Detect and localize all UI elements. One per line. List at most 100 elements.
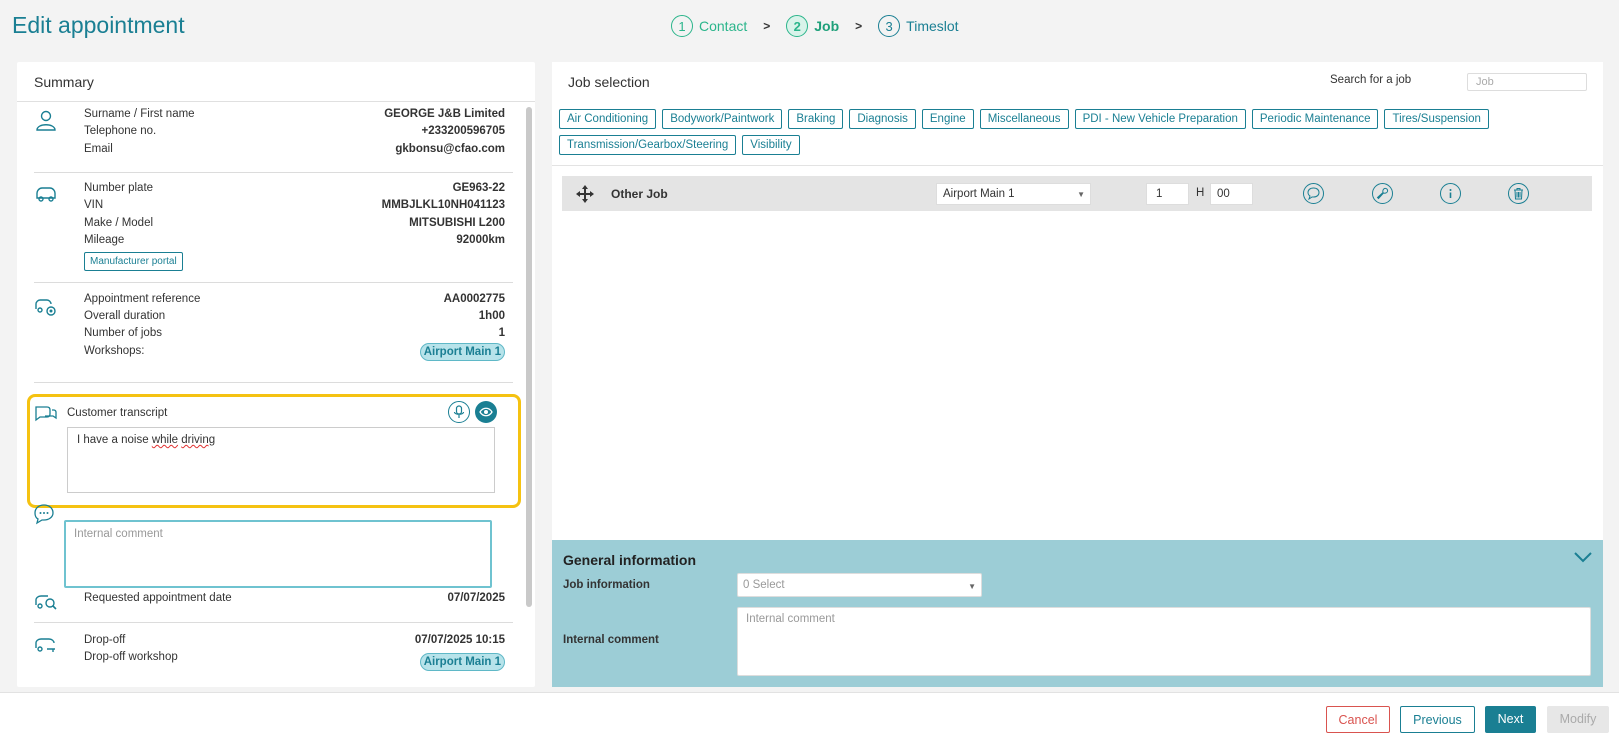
general-internal-comment-textarea[interactable]: Internal comment <box>737 607 1591 676</box>
car-search-icon <box>35 595 57 610</box>
category-button[interactable]: Tires/Suspension <box>1384 109 1489 129</box>
job-categories: Air Conditioning Bodywork/Paintwork Brak… <box>559 109 1589 155</box>
comment-button[interactable] <box>1303 183 1324 204</box>
step-separator: > <box>855 19 863 33</box>
general-information-title: General information <box>563 552 697 568</box>
email-row: Email gkbonsu@cfao.com <box>84 143 505 161</box>
customer-transcript-box: Customer transcript I have a noise while… <box>27 394 521 508</box>
step-number: 2 <box>786 15 809 37</box>
requested-date-value: 07/07/2025 <box>447 592 505 604</box>
category-button[interactable]: Air Conditioning <box>559 109 657 129</box>
vin-row: VIN MMBJLKL10NH041123 <box>84 199 505 217</box>
category-button[interactable]: Periodic Maintenance <box>1251 109 1379 129</box>
job-selection-panel: Job selection Search for a job Job Air C… <box>552 62 1603 687</box>
name-row: Surname / First name GEORGE J&B Limited <box>84 108 505 126</box>
previous-button[interactable]: Previous <box>1400 706 1475 733</box>
internal-comment-textarea[interactable]: Internal comment <box>64 520 492 588</box>
info-button[interactable] <box>1440 183 1461 204</box>
model-row: Make / Model MITSUBISHI L200 <box>84 217 505 235</box>
car-key-icon <box>35 638 55 652</box>
step-number: 3 <box>878 15 901 37</box>
category-button[interactable]: Engine <box>921 109 974 129</box>
search-label: Search for a job <box>1330 74 1412 86</box>
person-icon <box>36 110 56 131</box>
mileage-value: 92000km <box>456 234 505 246</box>
step-job[interactable]: 2 Job <box>786 15 839 37</box>
hours-input[interactable]: 1 <box>1146 183 1189 205</box>
microphone-button[interactable] <box>448 401 470 423</box>
phone-value: +233200596705 <box>421 125 505 137</box>
duration-label: Overall duration <box>84 310 166 322</box>
job-information-value: 0 Select <box>743 579 785 591</box>
step-timeslot[interactable]: 3 Timeslot <box>878 15 959 37</box>
move-icon[interactable] <box>575 184 595 204</box>
minutes-input[interactable]: 00 <box>1210 183 1253 205</box>
hours-unit-label: H <box>1196 187 1205 199</box>
dropoff-value: 07/07/2025 10:15 <box>414 634 505 646</box>
dropoff-workshop-row: Drop-off workshop Airport Main 1 <box>84 651 505 673</box>
dropoff-label: Drop-off <box>84 634 126 646</box>
plate-value: GE963-22 <box>452 182 505 194</box>
divider <box>552 165 1603 166</box>
cancel-button[interactable]: Cancel <box>1326 706 1390 733</box>
tools-button[interactable] <box>1372 183 1393 204</box>
view-transcript-button[interactable] <box>475 401 497 423</box>
modify-button[interactable]: Modify <box>1547 706 1609 733</box>
email-label: Email <box>84 143 113 155</box>
requested-date-label: Requested appointment date <box>84 592 232 604</box>
phone-label: Telephone no. <box>84 125 157 137</box>
category-button[interactable]: Bodywork/Paintwork <box>662 109 783 129</box>
summary-scrollbar[interactable] <box>526 107 532 607</box>
email-value: gkbonsu@cfao.com <box>395 143 505 155</box>
name-label: Surname / First name <box>84 108 195 120</box>
caret-down-icon: ▼ <box>1077 190 1085 199</box>
transcript-label: Customer transcript <box>67 407 168 419</box>
job-workshop-select[interactable]: Airport Main 1 ▼ <box>936 183 1091 205</box>
category-button[interactable]: Miscellaneous <box>979 109 1069 129</box>
delete-button[interactable] <box>1508 183 1529 204</box>
reference-row: Appointment reference AA0002775 <box>84 293 505 311</box>
mileage-row: Mileage 92000km <box>84 234 505 252</box>
dropoff-section: Drop-off 07/07/2025 10:15 Drop-off works… <box>34 623 513 687</box>
trash-icon <box>1514 188 1523 200</box>
transcript-textarea[interactable]: I have a noise while driving <box>67 427 495 493</box>
category-button[interactable]: PDI - New Vehicle Preparation <box>1074 109 1246 129</box>
category-button[interactable]: Diagnosis <box>849 109 916 129</box>
model-value: MITSUBISHI L200 <box>409 217 505 229</box>
jobs-count-label: Number of jobs <box>84 327 162 339</box>
comment-icon <box>34 504 54 525</box>
summary-title: Summary <box>17 62 535 102</box>
vin-label: VIN <box>84 199 104 211</box>
category-button[interactable]: Transmission/Gearbox/Steering <box>559 135 737 155</box>
workshops-label: Workshops: <box>84 345 145 357</box>
general-information-section: General information Job information 0 Se… <box>552 540 1603 687</box>
step-label: Contact <box>699 18 748 34</box>
workshop-badge: Airport Main 1 <box>419 343 505 361</box>
plate-row: Number plate GE963-22 <box>84 182 505 200</box>
general-internal-comment-label: Internal comment <box>563 634 659 646</box>
job-search-input[interactable]: Job <box>1467 73 1587 91</box>
chevron-down-icon[interactable] <box>1573 550 1593 564</box>
step-label: Timeslot <box>906 18 959 34</box>
job-workshop-value: Airport Main 1 <box>943 188 1015 200</box>
header: Edit appointment 1 Contact > 2 Job > 3 T… <box>0 0 1619 56</box>
eye-icon <box>479 407 493 417</box>
next-button[interactable]: Next <box>1485 706 1536 733</box>
manufacturer-portal-button[interactable]: Manufacturer portal <box>84 252 183 271</box>
category-button[interactable]: Visibility <box>742 135 800 155</box>
job-row: Other Job Airport Main 1 ▼ 1 H 00 <box>562 176 1592 211</box>
job-information-label: Job information <box>563 579 650 591</box>
comment-icon <box>1307 187 1320 200</box>
duration-value: 1h00 <box>478 310 505 322</box>
step-contact[interactable]: 1 Contact <box>671 15 747 37</box>
dropoff-workshop-label: Drop-off workshop <box>84 651 178 663</box>
mileage-label: Mileage <box>84 234 125 246</box>
category-button[interactable]: Braking <box>788 109 844 129</box>
summary-panel: Summary Surname / First name GEORGE J&B … <box>17 62 535 687</box>
job-information-select[interactable]: 0 Select ▼ <box>737 573 982 597</box>
name-value: GEORGE J&B Limited <box>384 108 505 120</box>
step-number: 1 <box>671 15 693 37</box>
vehicle-section: Number plate GE963-22 VIN MMBJLKL10NH041… <box>34 173 513 283</box>
plate-label: Number plate <box>84 182 154 194</box>
caret-down-icon: ▼ <box>968 582 976 591</box>
